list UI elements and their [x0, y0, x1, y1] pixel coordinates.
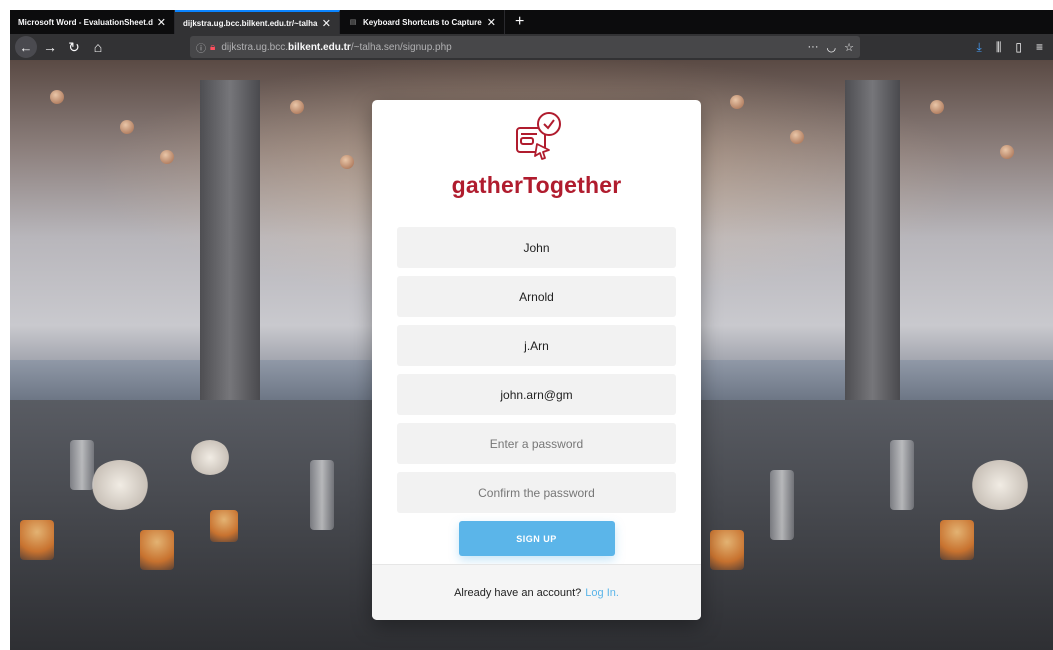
background-candle: [210, 510, 238, 542]
background-glass: [770, 470, 794, 540]
page-actions: ··· ◡ ☆: [808, 41, 854, 54]
close-icon[interactable]: ✕: [157, 16, 166, 29]
info-icon[interactable]: ⓘ: [196, 40, 206, 55]
background-lantern: [730, 95, 744, 109]
background-lantern: [930, 100, 944, 114]
close-icon[interactable]: ✕: [322, 17, 331, 30]
background-candle: [20, 520, 54, 560]
background-lantern: [160, 150, 174, 164]
more-actions-icon[interactable]: ···: [808, 41, 819, 54]
sidebar-icon[interactable]: ▯: [1015, 40, 1022, 55]
library-icon[interactable]: ⫼: [996, 40, 1002, 55]
signup-form: SIGN UP: [372, 227, 701, 556]
forward-arrow-icon[interactable]: →: [38, 36, 62, 58]
background-lantern: [1000, 145, 1014, 159]
background-candle: [940, 520, 974, 560]
page-content: gatherTogether SIGN UP Already have an a…: [10, 60, 1053, 650]
background-lantern: [50, 90, 64, 104]
background-lantern: [120, 120, 134, 134]
background-lantern: [290, 100, 304, 114]
back-arrow-icon: ←: [15, 36, 37, 58]
nav-bar: ← → ↻ ⌂ ⓘ 🔒︎ dijkstra.ug.bcc.bilkent.edu…: [10, 34, 1053, 60]
background-candle: [140, 530, 174, 570]
reload-icon[interactable]: ↻: [62, 36, 86, 58]
background-flower: [90, 460, 150, 510]
password-field[interactable]: [397, 423, 676, 464]
download-icon[interactable]: ⤓: [977, 40, 982, 55]
url-domain: bilkent.edu.tr: [288, 41, 351, 53]
login-link[interactable]: Log In.: [585, 587, 619, 599]
background-flower: [190, 440, 230, 475]
signup-button[interactable]: SIGN UP: [458, 521, 615, 556]
tab-word[interactable]: Microsoft Word - EvaluationSheet.d ✕: [10, 10, 175, 34]
bookmark-star-icon[interactable]: ☆: [844, 41, 854, 54]
background-glass: [70, 440, 94, 490]
footer-text: Already have an account?: [454, 586, 582, 599]
ticket-check-icon: [515, 112, 561, 160]
username-field[interactable]: [397, 325, 676, 366]
tab-bar: Microsoft Word - EvaluationSheet.d ✕ dij…: [10, 10, 1053, 34]
tab-label: dijkstra.ug.bcc.bilkent.edu.tr/~talha: [183, 18, 318, 28]
url-bar[interactable]: ⓘ 🔒︎ dijkstra.ug.bcc.bilkent.edu.tr/~tal…: [190, 36, 860, 58]
close-icon[interactable]: ✕: [487, 16, 496, 29]
tab-signup[interactable]: dijkstra.ug.bcc.bilkent.edu.tr/~talha ✕: [175, 10, 340, 34]
background-glass: [310, 460, 334, 530]
brand-name: gatherTogether: [451, 172, 622, 198]
back-button[interactable]: ←: [14, 36, 38, 58]
confirm-password-field[interactable]: [397, 472, 676, 513]
signup-card: gatherTogether SIGN UP Already have an a…: [372, 100, 701, 620]
logo: gatherTogether: [372, 100, 701, 199]
tab-label: Microsoft Word - EvaluationSheet.d: [18, 17, 153, 27]
browser-window: Microsoft Word - EvaluationSheet.d ✕ dij…: [10, 10, 1053, 650]
home-icon[interactable]: ⌂: [86, 36, 110, 58]
card-footer: Already have an account? Log In.: [372, 564, 701, 620]
background-lantern: [790, 130, 804, 144]
first-name-field[interactable]: [397, 227, 676, 268]
url-text: dijkstra.ug.bcc.bilkent.edu.tr/~talha.se…: [221, 42, 807, 53]
email-field[interactable]: [397, 374, 676, 415]
pocket-icon[interactable]: ◡: [827, 41, 837, 54]
menu-icon[interactable]: ≡: [1036, 40, 1043, 55]
url-path: /~talha.sen/signup.php: [350, 41, 452, 53]
new-tab-icon[interactable]: +: [505, 10, 534, 34]
insecure-lock-icon[interactable]: 🔒︎: [210, 42, 215, 53]
background-pillar: [845, 80, 900, 410]
background-candle: [710, 530, 744, 570]
toolbar-right: ⤓ ⫼ ▯ ≡: [977, 40, 1049, 55]
background-pillar: [200, 80, 260, 410]
background-glass: [890, 440, 914, 510]
url-prefix: dijkstra.ug.bcc.: [221, 41, 289, 53]
page-favicon-icon: ▤: [349, 19, 357, 26]
tab-label: Keyboard Shortcuts to Capture: [363, 17, 482, 27]
last-name-field[interactable]: [397, 276, 676, 317]
background-lantern: [340, 155, 354, 169]
background-flower: [970, 460, 1030, 510]
tab-shortcuts[interactable]: ▤ Keyboard Shortcuts to Capture ✕: [340, 10, 505, 34]
